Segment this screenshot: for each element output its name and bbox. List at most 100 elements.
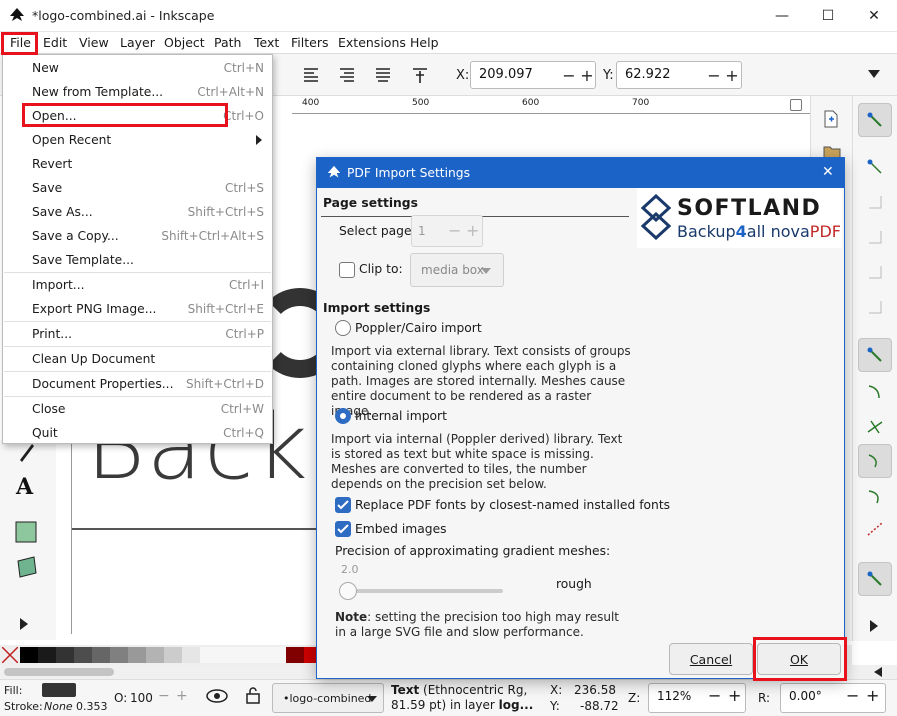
- precision-slider-handle[interactable]: [339, 582, 357, 600]
- menu-edit[interactable]: Edit: [43, 35, 67, 50]
- ruler-tick: 400: [302, 98, 320, 108]
- menu-item-save-a-copy[interactable]: Save a Copy... Shift+Ctrl+Alt+S: [3, 224, 272, 248]
- snap-bbox-corner-button[interactable]: [858, 220, 892, 254]
- snap-path-icon: [868, 385, 880, 399]
- menu-object[interactable]: Object: [164, 35, 205, 50]
- mesh-tool-icon[interactable]: [14, 555, 38, 579]
- menu-extensions[interactable]: Extensions: [338, 35, 406, 50]
- x-plus-button[interactable]: +: [578, 61, 596, 89]
- precision-slider-track[interactable]: [341, 589, 503, 593]
- new-document-icon[interactable]: [823, 110, 839, 128]
- ok-button[interactable]: OK: [757, 643, 841, 675]
- text-tool-icon[interactable]: A: [14, 473, 40, 499]
- page-minus-button[interactable]: −: [448, 221, 461, 240]
- scroll-left-icon[interactable]: [874, 667, 882, 677]
- clip-to-checkbox[interactable]: [339, 262, 355, 278]
- menu-layer[interactable]: Layer: [120, 35, 155, 50]
- page-plus-button[interactable]: +: [466, 221, 479, 240]
- menu-item-close[interactable]: Close Ctrl+W: [3, 397, 272, 421]
- ruler-lock-icon[interactable]: [790, 99, 802, 111]
- snap-midpoint-button[interactable]: [858, 255, 892, 289]
- visibility-eye-icon[interactable]: [206, 688, 228, 704]
- snap-midpoints-icon: [867, 522, 883, 536]
- menu-item-save[interactable]: Save Ctrl+S: [3, 176, 272, 200]
- menu-text[interactable]: Text: [254, 35, 279, 50]
- maximize-button[interactable]: ☐: [805, 0, 851, 32]
- rotation-plus-button[interactable]: +: [866, 686, 879, 705]
- toolbar-overflow-icon[interactable]: [868, 70, 880, 78]
- clip-to-value: media box: [421, 263, 484, 277]
- clip-to-dropdown[interactable]: media box: [410, 253, 504, 287]
- align-bottom-icon[interactable]: [302, 67, 320, 83]
- softland-watermark: SOFTLAND Backup4all novaPDF: [637, 188, 842, 248]
- stroke-value[interactable]: None: [44, 700, 73, 713]
- menu-item-revert[interactable]: Revert: [3, 152, 272, 176]
- opacity-plus-button[interactable]: +: [176, 688, 188, 704]
- internal-import-radio[interactable]: [335, 408, 351, 424]
- zoom-plus-button[interactable]: +: [728, 686, 741, 705]
- embed-images-checkbox[interactable]: [335, 521, 351, 537]
- menu-item-new-from-template[interactable]: New from Template... Ctrl+Alt+N: [3, 80, 272, 104]
- rotation-label: R:: [758, 691, 771, 705]
- replace-fonts-checkbox[interactable]: [335, 497, 351, 513]
- menu-item-open[interactable]: Open... Ctrl+O: [3, 104, 272, 128]
- stroke-width[interactable]: 0.353: [76, 700, 108, 713]
- distribute-icon[interactable]: [374, 67, 392, 83]
- close-window-button[interactable]: ✕: [851, 0, 897, 32]
- snap-toggle-button[interactable]: [858, 103, 892, 137]
- menu-path[interactable]: Path: [214, 35, 241, 50]
- snap-nodes-button[interactable]: [858, 338, 892, 372]
- opacity-input[interactable]: 100: [130, 691, 153, 705]
- menu-help[interactable]: Help: [410, 35, 439, 50]
- menu-file[interactable]: File: [10, 35, 31, 50]
- snap-others-button[interactable]: [858, 562, 892, 596]
- dialog-close-button[interactable]: ✕: [822, 164, 834, 180]
- snap-center-icon: [869, 301, 882, 314]
- align-middle-icon[interactable]: [338, 67, 356, 83]
- menu-view[interactable]: View: [79, 35, 109, 50]
- snap-cusp-button[interactable]: [858, 444, 892, 478]
- cancel-button[interactable]: Cancel: [669, 643, 753, 675]
- ruler-tick: 700: [632, 98, 650, 108]
- menu-item-export-png[interactable]: Export PNG Image... Shift+Ctrl+E: [3, 297, 272, 321]
- y-plus-button[interactable]: +: [723, 61, 741, 89]
- menu-item-save-as[interactable]: Save As... Shift+Ctrl+S: [3, 200, 272, 224]
- x-minus-button[interactable]: −: [560, 61, 578, 89]
- rotation-minus-button[interactable]: −: [846, 686, 859, 705]
- menu-item-quit[interactable]: Quit Ctrl+Q: [3, 421, 272, 445]
- y-minus-button[interactable]: −: [705, 61, 723, 89]
- snap-center-button[interactable]: [858, 290, 892, 324]
- minimize-button[interactable]: —: [759, 0, 805, 32]
- no-paint-icon[interactable]: [2, 647, 18, 663]
- poppler-import-radio[interactable]: [335, 320, 351, 336]
- menu-item-new[interactable]: New Ctrl+N: [3, 56, 272, 80]
- opacity-minus-button[interactable]: −: [158, 688, 170, 704]
- window-title: *logo-combined.ai - Inkscape: [32, 8, 215, 23]
- zoom-minus-button[interactable]: −: [708, 686, 721, 705]
- snap-edge-icon: [869, 196, 882, 209]
- menu-item-open-recent[interactable]: Open Recent: [3, 128, 272, 152]
- fill-swatch[interactable]: [42, 683, 76, 697]
- snap-path-button[interactable]: [858, 375, 892, 409]
- menu-item-document-properties[interactable]: Document Properties... Shift+Ctrl+D: [3, 372, 272, 396]
- menu-item-clean-up[interactable]: Clean Up Document: [3, 347, 272, 371]
- snap-bbox-button[interactable]: [858, 150, 892, 184]
- menu-item-save-template[interactable]: Save Template...: [3, 248, 272, 272]
- menu-item-print[interactable]: Print... Ctrl+P: [3, 322, 272, 346]
- select-page-spinner[interactable]: 1 − +: [411, 215, 483, 247]
- toolbox-more-icon[interactable]: [20, 618, 30, 630]
- menu-filters[interactable]: Filters: [291, 35, 328, 50]
- snap-bbox-edge-button[interactable]: [858, 185, 892, 219]
- chevron-down-icon: [367, 696, 377, 702]
- internal-import-label: Internal import: [355, 409, 447, 423]
- align-top-icon[interactable]: [411, 67, 429, 83]
- layer-dropdown[interactable]: •logo-combined: [272, 683, 384, 713]
- menu-item-import[interactable]: Import... Ctrl+I: [3, 273, 272, 297]
- snap-smooth-button[interactable]: [858, 480, 892, 514]
- gradient-tool-icon[interactable]: [14, 520, 38, 544]
- snap-more-icon[interactable]: [870, 620, 880, 632]
- lock-icon[interactable]: [246, 686, 260, 704]
- snap-intersection-button[interactable]: [858, 410, 892, 444]
- scroll-thumb[interactable]: [4, 668, 114, 676]
- snap-midpoints-button[interactable]: [858, 512, 892, 546]
